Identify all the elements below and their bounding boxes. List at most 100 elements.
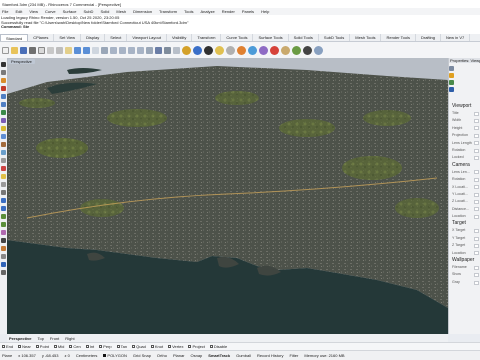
menu-solid[interactable]: Solid	[100, 9, 109, 14]
prop-value-field[interactable]	[474, 265, 479, 270]
osnap-int[interactable]: Int	[85, 344, 94, 349]
rectangle-icon[interactable]	[1, 110, 6, 115]
prop-value-field[interactable]	[474, 119, 479, 124]
boolean-union-icon[interactable]	[1, 166, 6, 171]
shaded-sphere-icon[interactable]	[270, 45, 279, 55]
prop-value-field[interactable]	[474, 177, 479, 182]
open-folder-icon[interactable]	[11, 46, 18, 54]
tab-display[interactable]: Display	[81, 34, 106, 41]
tab-set-view[interactable]: Set View	[54, 34, 82, 41]
menu-transform[interactable]: Transform	[159, 9, 177, 14]
more-tools-icon[interactable]	[1, 270, 6, 275]
prop-value-field[interactable]	[474, 236, 479, 241]
extrude-icon[interactable]	[1, 134, 6, 139]
tab-select[interactable]: Select	[105, 34, 128, 41]
menu-curve[interactable]: Curve	[45, 9, 56, 14]
menu-dimension[interactable]: Dimension	[133, 9, 152, 14]
units-readout[interactable]: Centimeters	[76, 353, 98, 358]
viewtab-right[interactable]: Right	[65, 336, 74, 341]
record-history-toggle[interactable]: Record History	[257, 353, 283, 358]
polygon-icon[interactable]	[1, 118, 6, 123]
point-icon[interactable]	[1, 70, 6, 75]
prop-value-field[interactable]	[474, 148, 479, 153]
mirror-icon[interactable]	[1, 230, 6, 235]
ortho-toggle[interactable]: Ortho	[157, 353, 167, 358]
osnap-disable[interactable]: Disable	[209, 344, 227, 349]
prop-value-field[interactable]	[474, 185, 479, 190]
osnap-quad[interactable]: Quad	[132, 344, 146, 349]
rotate-icon[interactable]	[1, 214, 6, 219]
cut-icon[interactable]	[47, 46, 54, 54]
redo-icon[interactable]	[83, 46, 90, 54]
dimension-icon[interactable]	[1, 246, 6, 251]
menu-tools[interactable]: Tools	[184, 9, 193, 14]
new-file-icon[interactable]	[2, 46, 9, 54]
menu-help[interactable]: Help	[261, 9, 269, 14]
tab-cplanes[interactable]: CPlanes	[28, 34, 55, 41]
surface-icon[interactable]	[1, 126, 6, 131]
cplane-icon[interactable]	[173, 46, 180, 54]
copy-icon[interactable]	[56, 46, 63, 54]
four-viewports-icon[interactable]	[155, 46, 162, 54]
gray-checkbox[interactable]	[474, 280, 479, 285]
zoom-icon[interactable]	[110, 46, 117, 54]
prop-value-field[interactable]	[474, 141, 479, 146]
pan-hand-icon[interactable]	[92, 46, 99, 54]
osnap-vertex[interactable]: Vertex	[168, 344, 183, 349]
print-icon[interactable]	[29, 46, 36, 54]
grid-snap-toggle[interactable]: Grid Snap	[133, 353, 151, 358]
tab-surface-tools[interactable]: Surface Tools	[253, 34, 289, 41]
tab-mesh-tools[interactable]: Mesh Tools	[350, 34, 382, 41]
material-icon[interactable]	[449, 73, 454, 78]
menu-file[interactable]: File	[2, 9, 8, 14]
render-mesh-icon[interactable]	[292, 45, 301, 55]
undo-icon[interactable]	[74, 46, 81, 54]
texture-icon[interactable]	[449, 80, 454, 85]
menu-edit[interactable]: Edit	[15, 9, 22, 14]
material-sphere-icon[interactable]	[248, 45, 257, 55]
rotate-view-icon[interactable]	[101, 46, 108, 54]
osnap-point[interactable]: Point	[35, 344, 49, 349]
tab-viewport-layout[interactable]: Viewport Layout	[127, 34, 167, 41]
prop-value-field[interactable]	[474, 214, 479, 219]
analyze-icon[interactable]	[1, 262, 6, 267]
prop-value-field[interactable]	[474, 199, 479, 204]
smarttrack-toggle[interactable]: SmartTrack	[208, 353, 230, 358]
osnap-mid[interactable]: Mid	[53, 344, 64, 349]
current-layer[interactable]: POLYGON	[103, 353, 127, 358]
prop-value-field[interactable]	[474, 170, 479, 175]
split-icon[interactable]	[1, 190, 6, 195]
tab-subd-tools[interactable]: SubD Tools	[319, 34, 351, 41]
menu-mesh[interactable]: Mesh	[116, 9, 126, 14]
move-icon[interactable]	[1, 198, 6, 203]
perspective-viewport[interactable]: Perspective	[7, 58, 448, 334]
mesh-icon[interactable]	[1, 158, 6, 163]
prop-value-field[interactable]	[474, 192, 479, 197]
sphere-icon[interactable]	[1, 150, 6, 155]
command-history[interactable]: Loading legacy Rhino Render, version 1.5…	[0, 15, 480, 34]
fillet-icon[interactable]	[1, 174, 6, 179]
menu-view[interactable]: View	[29, 9, 38, 14]
menu-surface[interactable]: Surface	[63, 9, 77, 14]
menu-subd[interactable]: SubD	[83, 9, 93, 14]
prop-value-field[interactable]	[474, 207, 479, 212]
scale-icon[interactable]	[1, 222, 6, 227]
menu-analyze[interactable]: Analyze	[200, 9, 214, 14]
tab-transform[interactable]: Transform	[192, 34, 222, 41]
paste-icon[interactable]	[65, 46, 72, 54]
osnap-cen[interactable]: Cen	[69, 344, 81, 349]
osnap-toggle[interactable]: Osnap	[191, 353, 203, 358]
circle-icon[interactable]	[1, 94, 6, 99]
viewtab-perspective[interactable]: Perspective	[9, 336, 31, 341]
copy-icon[interactable]	[1, 206, 6, 211]
layer-icon[interactable]	[182, 45, 191, 55]
menu-panels[interactable]: Panels	[242, 9, 254, 14]
environment-icon[interactable]	[259, 45, 268, 55]
osnap-project[interactable]: Project	[188, 344, 205, 349]
osnap-end[interactable]: End	[2, 344, 13, 349]
object-properties-icon[interactable]	[193, 45, 202, 55]
command-prompt[interactable]: Command: Ste	[1, 24, 480, 30]
polyline-icon[interactable]	[1, 78, 6, 83]
box-icon[interactable]	[1, 142, 6, 147]
curve-icon[interactable]	[1, 86, 6, 91]
